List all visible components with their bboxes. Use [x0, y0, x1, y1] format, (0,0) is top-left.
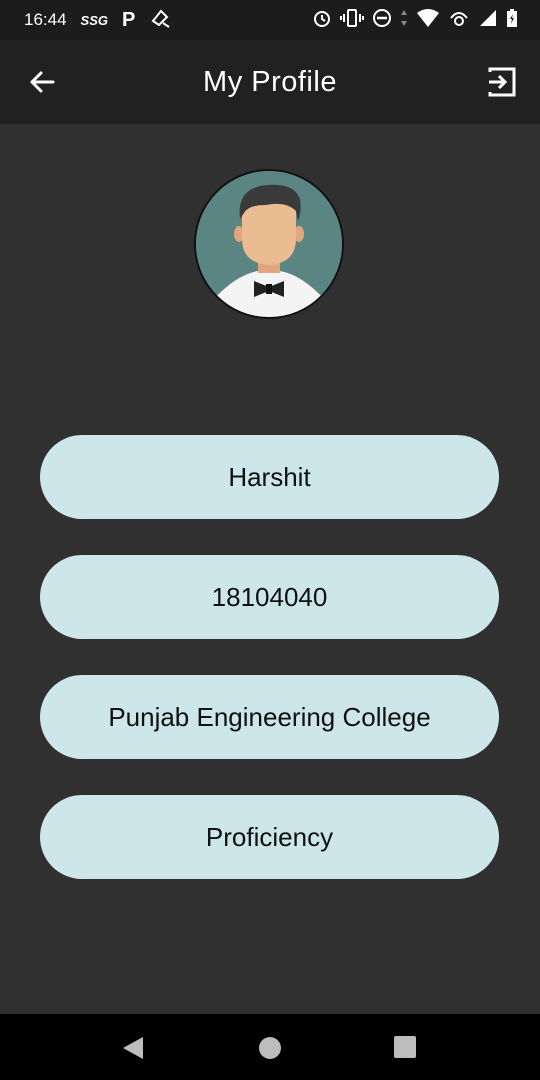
app-bar: My Profile: [0, 40, 540, 124]
man-avatar-icon: [196, 171, 342, 317]
wifi-icon: [416, 8, 440, 33]
nav-home-button[interactable]: [258, 1036, 282, 1065]
carrier-badge: SSG: [80, 12, 109, 28]
recents-square-icon: [394, 1036, 416, 1058]
system-nav-bar: [0, 1014, 540, 1080]
status-bar: 16:44 SSG P: [0, 0, 540, 40]
college-field[interactable]: Punjab Engineering College: [40, 675, 499, 759]
arrow-left-icon: [30, 71, 55, 93]
nav-back-button[interactable]: [122, 1036, 144, 1065]
name-field[interactable]: Harshit: [40, 435, 499, 519]
status-time: 16:44: [24, 10, 67, 29]
page-title: My Profile: [203, 65, 337, 98]
roll-number-field[interactable]: 18104040: [40, 555, 499, 639]
vibrate-icon: [340, 8, 364, 33]
clean-icon: [149, 7, 171, 34]
back-triangle-icon: [123, 1037, 143, 1059]
home-circle-icon: [259, 1037, 281, 1059]
status-right: [312, 8, 518, 33]
proficiency-button[interactable]: Proficiency: [40, 795, 499, 879]
app-badge: P: [122, 8, 136, 31]
battery-icon: [506, 8, 518, 33]
dnd-icon: [372, 8, 392, 33]
nav-recents-button[interactable]: [394, 1036, 416, 1063]
hotspot-icon: [448, 8, 470, 33]
signal-icon: [478, 8, 498, 33]
avatar: [194, 169, 344, 319]
status-left: 16:44 SSG P: [24, 7, 171, 34]
alarm-icon: [312, 8, 332, 33]
data-arrows-icon: [400, 8, 408, 33]
logout-button[interactable]: [486, 66, 518, 98]
back-button[interactable]: [26, 66, 58, 98]
logout-icon: [488, 67, 516, 97]
